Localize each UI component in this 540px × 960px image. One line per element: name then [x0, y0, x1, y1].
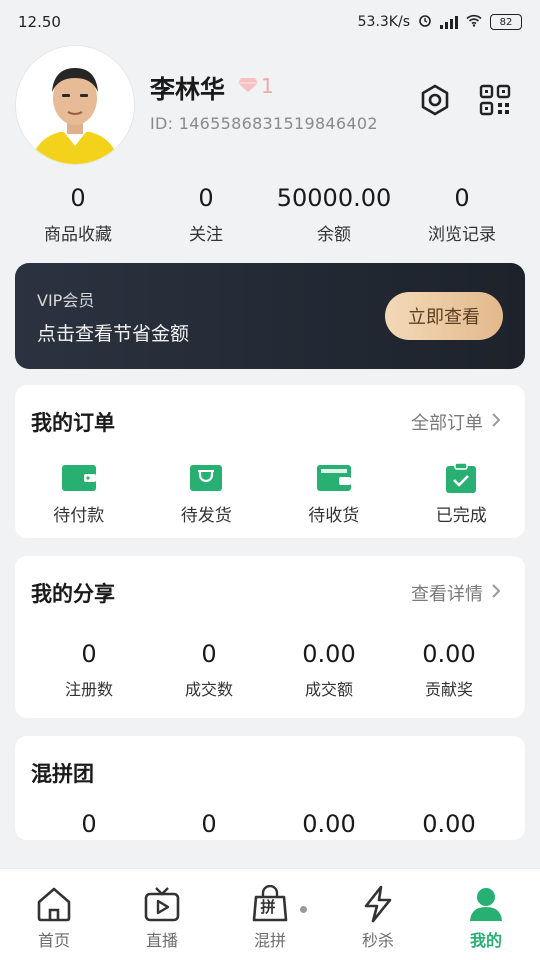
package-icon [189, 463, 223, 493]
metric-registrations[interactable]: 0 注册数 [29, 640, 149, 700]
stat-value: 0 [454, 184, 470, 212]
check-clipboard-icon [444, 463, 478, 493]
orders-title: 我的订单 [31, 411, 115, 435]
metric-deal-amount[interactable]: 0.00 成交额 [269, 640, 389, 700]
home-icon [33, 883, 75, 925]
group-title: 混拼团 [31, 762, 94, 786]
share-metrics: 0 注册数 0 成交数 0.00 成交额 0.00 贡献奖 [29, 640, 509, 700]
share-card: 我的分享 查看详情 0 注册数 0 成交数 0.00 成交额 0.00 贡献奖 [15, 556, 525, 718]
metric-label: 成交额 [304, 680, 353, 699]
metric-value: 0 [201, 640, 217, 668]
metric-value: 0 [201, 810, 217, 838]
user-icon [465, 883, 507, 925]
metric-value: 0 [81, 640, 97, 668]
stat-favorites[interactable]: 0 商品收藏 [14, 180, 142, 252]
status-indicators: 53.3K/s 82 [358, 13, 522, 31]
user-level: 1 [238, 74, 274, 98]
share-details-link[interactable]: 查看详情 [411, 580, 501, 606]
stat-value: 50000.00 [276, 184, 392, 212]
wifi-icon [466, 14, 482, 31]
vip-view-button[interactable]: 立即查看 [385, 292, 503, 340]
battery-icon: 82 [490, 14, 522, 30]
avatar[interactable] [16, 46, 134, 164]
tab-home[interactable]: 首页 [0, 869, 108, 960]
group-metric[interactable]: 0.00 [389, 810, 509, 838]
vip-subtitle: 点击查看节省金额 [37, 323, 190, 345]
order-pending-payment[interactable]: 待付款 [15, 463, 143, 526]
share-title: 我的分享 [31, 582, 115, 606]
order-pending-receipt[interactable]: 待收货 [270, 463, 398, 526]
status-time: 12.50 [18, 13, 61, 31]
order-status-label: 待发货 [180, 506, 232, 526]
group-metric[interactable]: 0 [149, 810, 269, 838]
stat-label: 关注 [189, 225, 223, 245]
stat-history[interactable]: 0 浏览记录 [398, 180, 526, 252]
stat-value: 0 [198, 184, 214, 212]
group-card: 混拼团 0 0 0.00 0.00 [15, 736, 525, 840]
group-metric[interactable]: 0.00 [269, 810, 389, 838]
order-status-row: 待付款 待发货 待收货 已完成 [15, 463, 525, 526]
metric-deals[interactable]: 0 成交数 [149, 640, 269, 700]
vip-banner[interactable]: VIP会员 点击查看节省金额 立即查看 [15, 263, 525, 369]
level-gem-icon [238, 74, 258, 98]
profile-header: 李林华 1 ID: 1465586831519846402 [0, 44, 540, 174]
settings-icon[interactable] [417, 82, 453, 118]
metric-value: 0.00 [302, 810, 356, 838]
wallet-icon [61, 463, 96, 493]
metric-contribution[interactable]: 0.00 贡献奖 [389, 640, 509, 700]
tab-label: 直播 [145, 931, 178, 950]
bottom-tab-bar: 首页 直播 拼 混拼 秒杀 我的 [0, 868, 540, 960]
order-status-label: 已完成 [435, 506, 487, 526]
group-metric[interactable]: 0 [29, 810, 149, 838]
status-bar: 12.50 53.3K/s 82 [0, 0, 540, 44]
stat-balance[interactable]: 50000.00 余额 [270, 180, 398, 252]
flash-icon [357, 883, 399, 925]
tab-label: 我的 [469, 931, 502, 950]
stat-label: 浏览记录 [428, 225, 496, 245]
share-details-label: 查看详情 [411, 584, 483, 605]
metric-value: 0.00 [422, 640, 476, 668]
all-orders-label: 全部订单 [411, 413, 483, 434]
metric-value: 0.00 [422, 810, 476, 838]
order-completed[interactable]: 已完成 [398, 463, 526, 526]
stat-label: 商品收藏 [44, 225, 112, 245]
tab-label: 秒杀 [361, 931, 394, 950]
group-bag-icon: 拼 [249, 883, 291, 925]
tab-live[interactable]: 直播 [108, 869, 216, 960]
live-tv-icon [141, 883, 183, 925]
group-bag-char: 拼 [260, 898, 276, 916]
stat-following[interactable]: 0 关注 [142, 180, 270, 252]
tab-label: 首页 [37, 931, 70, 950]
tab-group-buy[interactable]: 拼 混拼 [216, 869, 324, 960]
user-name: 李林华 [150, 75, 226, 104]
metric-label: 成交数 [184, 680, 233, 699]
chevron-right-icon [491, 412, 501, 433]
tab-indicator-dot [300, 906, 307, 913]
tab-mine[interactable]: 我的 [432, 869, 540, 960]
group-metrics: 0 0 0.00 0.00 [29, 810, 509, 838]
metric-label: 贡献奖 [424, 680, 473, 699]
chevron-right-icon [491, 583, 501, 604]
signal-icon [440, 15, 458, 29]
metric-label: 注册数 [64, 680, 113, 699]
metric-value: 0 [81, 810, 97, 838]
network-speed: 53.3K/s [357, 14, 410, 30]
vip-title: VIP会员 [37, 291, 95, 310]
profile-stats: 0 商品收藏 0 关注 50000.00 余额 0 浏览记录 [14, 180, 526, 252]
user-id: ID: 1465586831519846402 [150, 114, 378, 133]
stat-label: 余额 [317, 225, 351, 245]
tab-flash-sale[interactable]: 秒杀 [324, 869, 432, 960]
stat-value: 0 [70, 184, 86, 212]
qr-code-icon[interactable] [477, 82, 513, 118]
tab-label: 混拼 [253, 931, 286, 950]
receive-icon [316, 463, 351, 493]
metric-value: 0.00 [302, 640, 356, 668]
order-status-label: 待付款 [53, 506, 105, 526]
all-orders-link[interactable]: 全部订单 [411, 409, 501, 435]
order-status-label: 待收货 [308, 506, 360, 526]
orders-card: 我的订单 全部订单 待付款 待发货 待收货 已完成 [15, 385, 525, 538]
order-pending-shipment[interactable]: 待发货 [143, 463, 271, 526]
level-number: 1 [261, 74, 274, 98]
alarm-icon [418, 13, 432, 31]
